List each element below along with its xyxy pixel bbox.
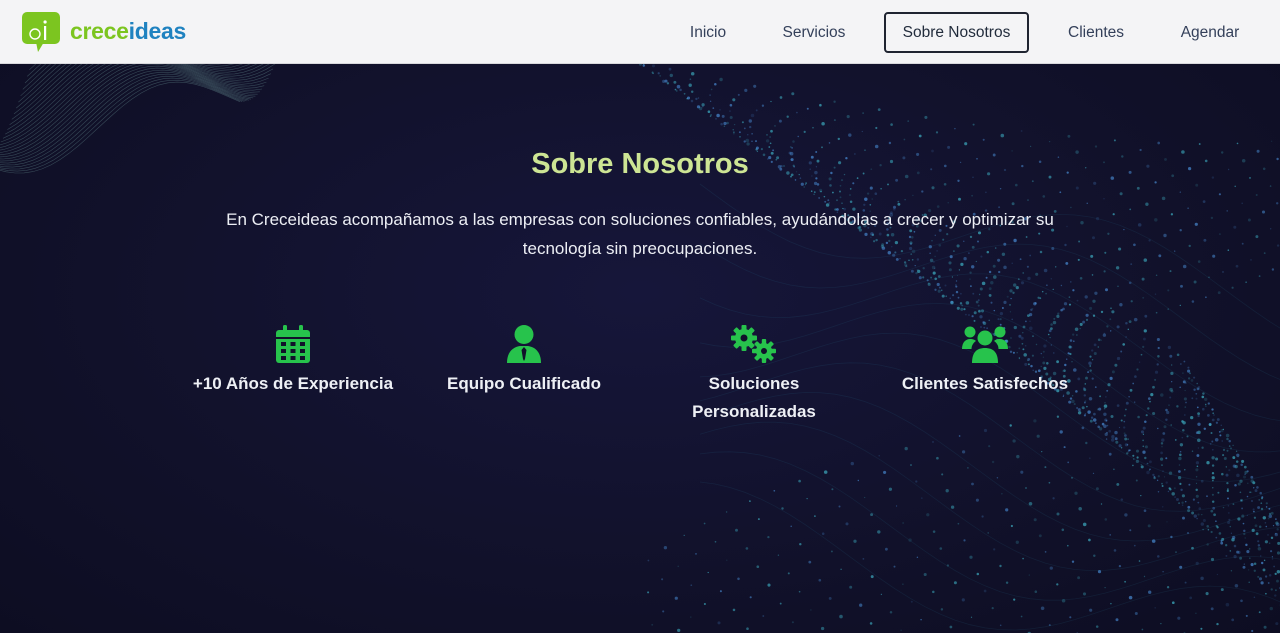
nav-item-inicio[interactable]: Inicio xyxy=(675,12,741,53)
section-title: Sobre Nosotros xyxy=(531,148,749,180)
nav-item-sobre-nosotros[interactable]: Sobre Nosotros xyxy=(884,12,1029,53)
brand-name-part2: ideas xyxy=(128,17,187,44)
feature-label: Soluciones Personalizadas xyxy=(692,374,816,421)
feature-label: +10 Años de Experiencia xyxy=(192,374,394,393)
section-description: En Creceideas acompañamos a las empresas… xyxy=(226,210,1054,258)
gears-icon xyxy=(731,325,776,363)
feature-label: Clientes Satisfechos xyxy=(901,374,1069,393)
feature-label: Equipo Cualificado xyxy=(447,374,601,393)
feature-clients: Clientes Satisfechos xyxy=(865,322,1105,398)
brand-name: creceideas xyxy=(70,18,186,45)
brand-logo[interactable]: creceideas xyxy=(22,12,186,52)
calendar-icon xyxy=(276,325,310,363)
nav-item-clientes[interactable]: Clientes xyxy=(1054,12,1138,53)
user-tie-icon xyxy=(507,325,541,363)
nav-item-servicios[interactable]: Servicios xyxy=(770,12,858,53)
feature-experience: +10 Años de Experiencia xyxy=(173,322,413,398)
navbar: creceideas Inicio Servicios Sobre Nosotr… xyxy=(0,0,1280,64)
feature-team: Equipo Cualificado xyxy=(404,322,644,398)
feature-solutions: Soluciones Personalizadas xyxy=(634,322,874,426)
nav-item-agendar[interactable]: Agendar xyxy=(1166,12,1254,53)
brand-name-part1: crece xyxy=(70,17,129,44)
users-icon xyxy=(962,326,1008,363)
logo-icon xyxy=(22,12,60,52)
